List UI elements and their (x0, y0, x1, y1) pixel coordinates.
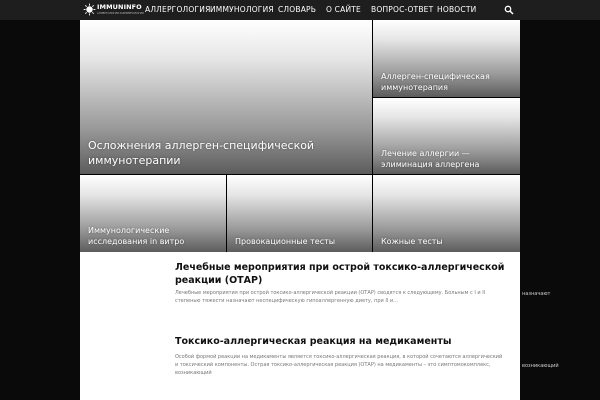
article-title-2[interactable]: Токсико-аллергическая реакция на медикам… (175, 336, 505, 349)
logo-text: IMMUNINFO (97, 3, 142, 11)
site-logo[interactable]: IMMUNINFO АЛЛЕРГОЛОГИЯ И ИММУНОЛОГИЯ (83, 2, 144, 18)
featured-side-bottom-tile[interactable]: Лечение аллергии — элиминация аллергена (373, 98, 520, 174)
featured-bottom-tile-2[interactable]: Провокационные тесты (227, 175, 372, 252)
featured-main-tile[interactable]: Осложнения аллерген-специфической иммуно… (80, 20, 372, 174)
article-overflow-text-2: возникающий (522, 363, 559, 369)
article-list: Лечебные мероприятия при острой токсико-… (80, 252, 520, 400)
featured-bottom-title-2: Провокационные тесты (235, 237, 336, 246)
featured-bottom-title-1: Иммунологические исследования in витро (88, 226, 185, 246)
article-overflow-text-1: назначают (522, 291, 551, 297)
featured-bottom-title-3: Кожные тесты (381, 237, 443, 246)
featured-side-top-title: Аллерген-специфическая иммунотерапия (381, 72, 490, 92)
left-margin (0, 20, 80, 400)
featured-main-title: Осложнения аллерген-специфической иммуно… (88, 139, 315, 167)
nav-dictionary[interactable]: СЛОВАРЬ (278, 5, 316, 14)
article-excerpt-2: Особой формой реакции на медикаменты явл… (175, 354, 503, 376)
nav-allergology[interactable]: АЛЛЕРГОЛОГИЯ (145, 5, 211, 14)
nav-about[interactable]: О САЙТЕ (326, 5, 361, 14)
featured-side-top-tile[interactable]: Аллерген-специфическая иммунотерапия (373, 20, 520, 97)
virus-logo-icon (83, 3, 96, 16)
nav-qa[interactable]: ВОПРОС-ОТВЕТ (371, 5, 433, 14)
right-margin (520, 20, 600, 400)
logo-tagline: АЛЛЕРГОЛОГИЯ И ИММУНОЛОГИЯ (97, 12, 144, 15)
featured-side-bottom-title: Лечение аллергии — элиминация аллергена (381, 149, 480, 169)
top-navbar: IMMUNINFO АЛЛЕРГОЛОГИЯ И ИММУНОЛОГИЯ АЛЛ… (0, 0, 600, 20)
featured-bottom-tile-3[interactable]: Кожные тесты (373, 175, 520, 252)
nav-news[interactable]: НОВОСТИ (437, 5, 476, 14)
nav-immunology[interactable]: ИММУНОЛОГИЯ (210, 5, 274, 14)
search-icon[interactable] (504, 5, 514, 15)
article-title-1[interactable]: Лечебные мероприятия при острой токсико-… (175, 262, 505, 287)
featured-bottom-tile-1[interactable]: Иммунологические исследования in витро (80, 175, 226, 252)
article-excerpt-1: Лечебные мероприятия при острой токсико-… (175, 290, 486, 304)
